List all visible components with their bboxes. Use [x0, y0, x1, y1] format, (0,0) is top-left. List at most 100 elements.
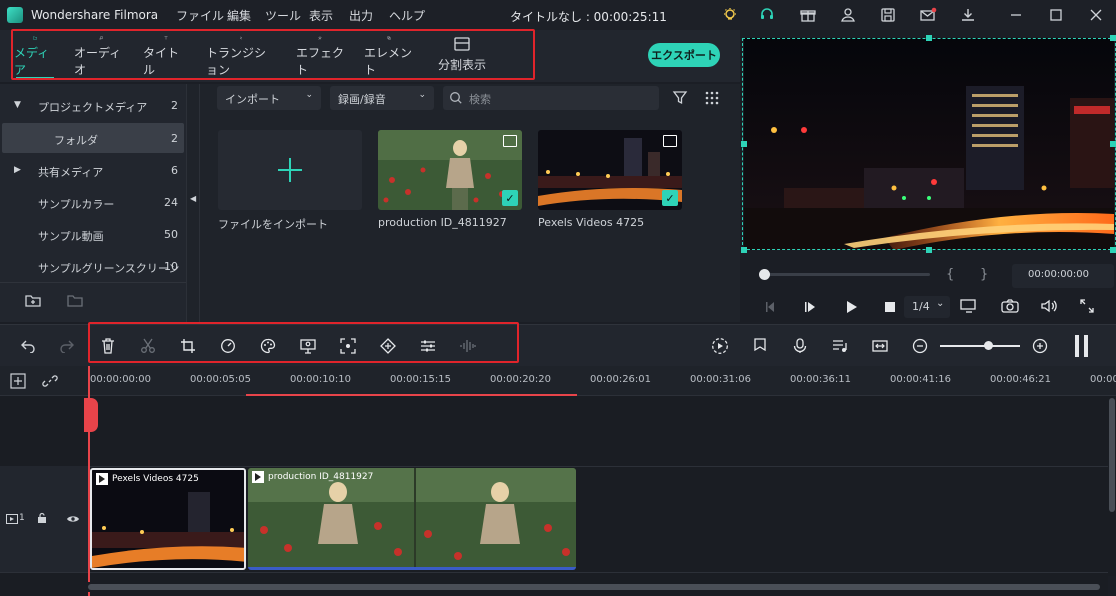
green-screen-icon[interactable] — [298, 336, 318, 356]
folder-project-media[interactable]: ▼ プロジェクトメディア 2 — [0, 90, 186, 120]
pause-icon[interactable] — [1072, 333, 1092, 359]
import-media-tile[interactable] — [218, 130, 362, 210]
folder-shared-media[interactable]: ▶ 共有メディア 6 — [0, 155, 186, 185]
render-preview-icon[interactable] — [710, 336, 730, 356]
download-icon[interactable] — [958, 5, 978, 25]
resize-handle-bottom-left[interactable] — [741, 247, 747, 253]
menu-export[interactable]: 出力 — [349, 7, 373, 24]
headset-icon[interactable] — [757, 5, 777, 25]
mark-in-icon[interactable]: { — [946, 267, 954, 282]
gift-icon[interactable] — [798, 5, 818, 25]
add-track-icon[interactable] — [10, 373, 26, 392]
horizontal-scroll-thumb[interactable] — [88, 584, 1100, 590]
adjust-icon[interactable] — [418, 336, 438, 356]
new-folder-icon[interactable] — [24, 293, 42, 312]
display-icon[interactable] — [960, 298, 978, 317]
close-icon[interactable] — [1086, 5, 1106, 25]
elements-icon — [387, 36, 391, 40]
timeline-toolbar — [0, 324, 1116, 366]
account-icon[interactable] — [838, 5, 858, 25]
media-item-production[interactable]: ✓ — [378, 130, 522, 210]
tab-transitions[interactable]: トランジション — [206, 34, 276, 78]
scrub-knob[interactable] — [759, 269, 770, 280]
zoom-slider-knob[interactable] — [984, 341, 993, 350]
color-palette-icon[interactable] — [258, 336, 278, 356]
minimize-icon[interactable] — [1006, 5, 1026, 25]
quality-select[interactable]: 1/4 ⌄ — [904, 296, 950, 318]
menu-view[interactable]: 表示 — [309, 7, 333, 24]
vertical-scrollbar[interactable] — [1108, 396, 1116, 576]
resize-handle-bottom-right[interactable] — [1110, 247, 1116, 253]
filter-icon[interactable] — [672, 90, 688, 109]
menu-edit[interactable]: 編集 — [227, 7, 251, 24]
lightbulb-icon[interactable] — [720, 5, 740, 25]
timeline-ruler[interactable]: 00:00:00:00 00:00:05:05 00:00:10:10 00:0… — [0, 366, 1116, 396]
ruler-label: 00:00:00:00 — [90, 374, 152, 385]
save-icon[interactable] — [878, 5, 898, 25]
voiceover-list-icon[interactable] — [830, 336, 850, 356]
crop-icon[interactable] — [178, 336, 198, 356]
speed-icon[interactable] — [218, 336, 238, 356]
play-icon[interactable] — [844, 300, 858, 317]
fullscreen-icon[interactable] — [1080, 299, 1094, 316]
zoom-out-icon[interactable] — [910, 336, 930, 356]
tab-effects[interactable]: エフェクト — [296, 34, 344, 78]
microphone-icon[interactable] — [790, 336, 810, 356]
scissors-icon[interactable] — [138, 336, 158, 356]
scrub-track[interactable] — [764, 273, 930, 276]
resize-handle-right[interactable] — [1110, 141, 1116, 147]
zoom-in-icon[interactable] — [1030, 336, 1050, 356]
resize-handle-left[interactable] — [741, 141, 747, 147]
panel-collapse-handle[interactable]: ◀ — [186, 84, 200, 322]
vertical-scroll-thumb[interactable] — [1109, 398, 1115, 512]
folder-sample-greenscreen[interactable]: サンプルグリーンスクリーン 10 — [0, 251, 186, 281]
marker-icon[interactable] — [750, 336, 770, 356]
tab-audio[interactable]: オーディオ — [74, 34, 128, 78]
tab-split-screen[interactable]: 分割表示 — [434, 34, 490, 78]
timeline-clip-production[interactable]: production ID_4811927 — [248, 468, 576, 570]
import-dropdown[interactable]: インポート ⌄ — [217, 86, 321, 110]
volume-icon[interactable] — [1040, 298, 1058, 317]
search-input[interactable]: 検索 — [443, 86, 659, 110]
preview-video[interactable] — [744, 38, 1114, 250]
folder-sample-videos[interactable]: サンプル動画 50 — [0, 219, 186, 249]
motion-tracking-icon[interactable] — [338, 336, 358, 356]
export-button[interactable]: エクスポート — [648, 43, 720, 67]
link-icon[interactable] — [42, 373, 58, 392]
timeline-clip-pexels[interactable]: Pexels Videos 4725 — [90, 468, 246, 570]
mark-out-icon[interactable]: } — [980, 267, 988, 282]
folder-icon[interactable] — [66, 293, 84, 312]
playhead-handle[interactable] — [84, 398, 98, 432]
horizontal-scrollbar[interactable] — [88, 582, 1108, 592]
menu-tools[interactable]: ツール — [265, 7, 301, 24]
maximize-icon[interactable] — [1046, 5, 1066, 25]
resize-handle-bottom[interactable] — [926, 247, 932, 253]
media-item-pexels[interactable]: ✓ — [538, 130, 682, 210]
record-dropdown[interactable]: 録画/録音 ⌄ — [330, 86, 434, 110]
previous-frame-icon[interactable] — [764, 300, 778, 317]
audio-waveform-icon[interactable] — [458, 336, 478, 356]
zoom-slider[interactable] — [940, 345, 1020, 347]
resize-handle-top[interactable] — [926, 35, 932, 41]
eye-icon[interactable] — [66, 513, 80, 527]
redo-icon[interactable] — [57, 336, 77, 356]
keyframe-icon[interactable] — [378, 336, 398, 356]
checked-icon: ✓ — [502, 190, 518, 206]
stop-icon[interactable] — [884, 301, 896, 316]
play-frame-icon[interactable] — [804, 300, 818, 317]
folder-folder[interactable]: フォルダ 2 — [2, 123, 184, 153]
folder-sample-colors[interactable]: サンプルカラー 24 — [0, 187, 186, 217]
fit-timeline-icon[interactable] — [870, 336, 890, 356]
menu-help[interactable]: ヘルプ — [389, 7, 425, 24]
snapshot-icon[interactable] — [1001, 298, 1019, 317]
mail-icon[interactable] — [918, 5, 938, 25]
grid-view-icon[interactable] — [704, 90, 720, 109]
tab-titles[interactable]: タイトル — [143, 34, 189, 78]
undo-icon[interactable] — [18, 336, 38, 356]
tab-elements[interactable]: エレメント — [364, 34, 414, 78]
delete-icon[interactable] — [98, 336, 118, 356]
tab-media[interactable]: メディア — [14, 34, 56, 79]
menu-file[interactable]: ファイル — [176, 7, 224, 24]
lock-icon[interactable] — [37, 512, 47, 527]
resize-handle-top-right[interactable] — [1110, 35, 1116, 41]
